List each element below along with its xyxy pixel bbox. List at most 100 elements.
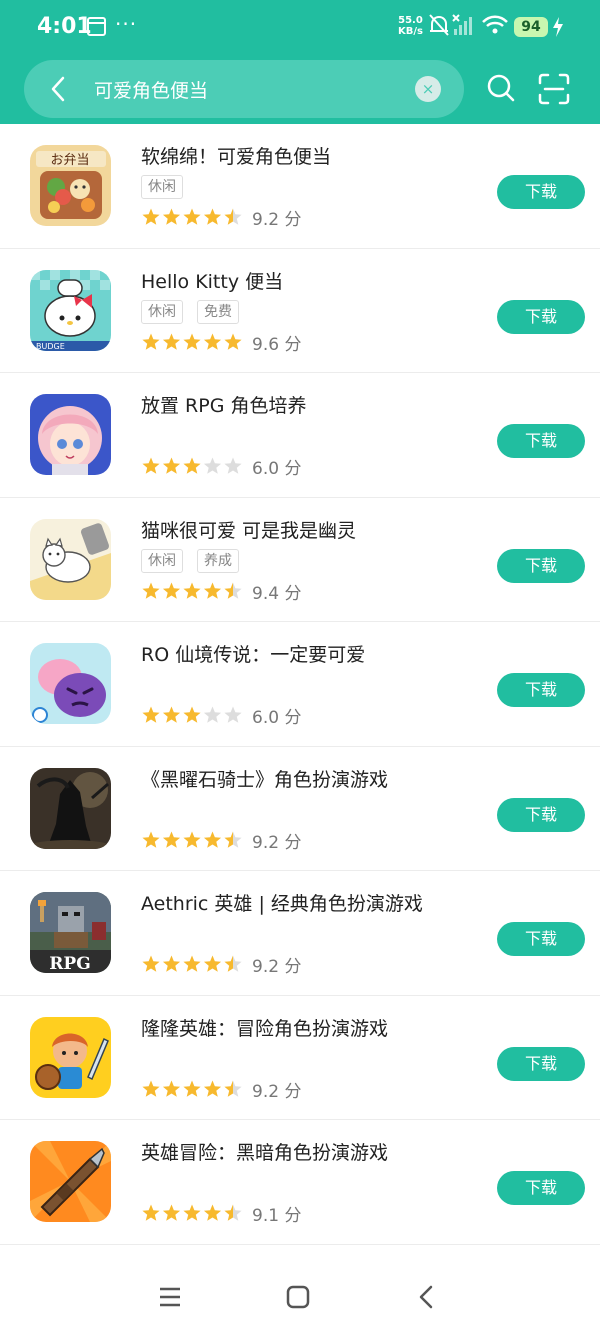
star-rating: [142, 1080, 242, 1097]
star-icon: [183, 1080, 201, 1097]
app-score: 9.1 分: [252, 1206, 302, 1226]
download-button[interactable]: 下载: [497, 175, 585, 209]
app-tags: 休闲 养成: [141, 548, 253, 573]
network-speed-unit: KB/s: [398, 26, 423, 37]
download-button[interactable]: 下载: [497, 548, 585, 583]
app-name[interactable]: RO 仙境传说：一定要可爱: [141, 640, 365, 667]
app-score: 9.2 分: [252, 210, 302, 230]
star-rating: [142, 955, 242, 972]
app-name[interactable]: 隆隆英雄：冒险角色扮演游戏: [141, 1014, 388, 1041]
pixel-knight-rpg-icon[interactable]: RPG: [30, 892, 111, 973]
star-icon: [183, 582, 201, 599]
dark-knight-icon[interactable]: [30, 767, 111, 849]
download-button[interactable]: 下载: [497, 922, 585, 956]
app-name[interactable]: 软绵绵！可爱角色便当: [141, 142, 331, 169]
star-icon: [142, 1204, 160, 1221]
download-button[interactable]: 下载: [497, 797, 585, 832]
home-icon[interactable]: [286, 1285, 310, 1309]
network-speed: 55.0 KB/s: [398, 15, 423, 37]
mute-bell-icon: [429, 14, 449, 36]
download-button[interactable]: 下载: [497, 1046, 585, 1081]
star-icon: [183, 333, 201, 350]
header: 4:01 ··· 55.0 KB/s 94 可爱角色便当 ×: [0, 0, 600, 124]
star-icon: [224, 831, 242, 848]
star-icon: [162, 1080, 181, 1097]
charging-icon: [553, 17, 563, 37]
app-name[interactable]: Hello Kitty 便当: [141, 267, 283, 294]
app-score: 9.4 分: [252, 583, 302, 604]
star-icon: [162, 208, 181, 225]
cat-ghost-icon[interactable]: [30, 518, 111, 600]
battery-indicator: 94: [514, 17, 548, 37]
star-icon: [224, 333, 242, 350]
clear-search-button[interactable]: ×: [415, 76, 441, 102]
star-icon: [142, 582, 160, 599]
star-icon: [142, 457, 160, 474]
calendar-icon: [87, 17, 106, 36]
app-list-item[interactable]: 隆隆英雄：冒险角色扮演游戏 9.2 分 下载: [0, 996, 600, 1120]
app-list-item[interactable]: 放置 RPG 角色培养 6.0 分 下载: [0, 373, 600, 498]
app-tag: 休闲: [141, 548, 183, 573]
rocket-gun-icon[interactable]: [30, 1141, 111, 1222]
bento-food-icon[interactable]: お弁当: [30, 145, 111, 226]
app-name[interactable]: 《黑曜石骑士》角色扮演游戏: [141, 765, 388, 792]
star-icon: [203, 457, 222, 474]
star-icon: [162, 706, 181, 723]
star-icon: [183, 457, 201, 474]
recent-apps-icon[interactable]: [158, 1286, 182, 1308]
hello-kitty-chef-icon[interactable]: BUDGE: [30, 269, 111, 351]
download-button[interactable]: 下载: [497, 1171, 585, 1205]
back-arrow-icon[interactable]: [44, 74, 74, 104]
search-icon[interactable]: [485, 72, 517, 104]
star-icon: [162, 333, 181, 350]
icon-caption: RPG: [49, 954, 90, 973]
star-rating: [142, 333, 242, 350]
star-rating: [142, 457, 242, 474]
app-list-item[interactable]: お弁当 软绵绵！可爱角色便当 休闲 9.2 分 下载: [0, 124, 600, 249]
app-tag: 休闲: [141, 175, 183, 199]
star-rating: [142, 831, 242, 848]
star-rating: [142, 1204, 242, 1221]
star-icon: [224, 1080, 242, 1097]
app-name[interactable]: 英雄冒险：黑暗角色扮演游戏: [141, 1138, 388, 1165]
download-button[interactable]: 下载: [497, 673, 585, 707]
search-result-list: お弁当 软绵绵！可爱角色便当 休闲 9.2 分下载 BUDGE Hello Kitty …: [0, 124, 600, 1245]
app-tags: 休闲 免费: [141, 299, 253, 324]
app-tag: 休闲: [141, 299, 183, 324]
app-list-item[interactable]: 《黑曜石骑士》角色扮演游戏 9.2 分 下载: [0, 747, 600, 871]
app-list-item[interactable]: BUDGE Hello Kitty 便当 休闲 免费 9.6 分 下载: [0, 249, 600, 373]
star-icon: [203, 333, 222, 350]
star-icon: [183, 831, 201, 848]
app-list-item[interactable]: RPG Aethric 英雄 | 经典角色扮演游戏 9.2 分 下载: [0, 871, 600, 996]
star-rating: [142, 208, 242, 225]
app-list-item[interactable]: RO 仙境传说：一定要可爱 6.0 分 下载: [0, 622, 600, 747]
app-list-item[interactable]: 猫咪很可爱 可是我是幽灵 休闲 养成 9.4 分 下载: [0, 498, 600, 622]
anime-girl-icon[interactable]: [30, 394, 111, 475]
download-button[interactable]: 下载: [497, 424, 585, 458]
star-icon: [224, 208, 242, 225]
star-icon: [183, 706, 201, 723]
nav-back-icon[interactable]: [416, 1285, 438, 1309]
star-icon: [203, 582, 222, 599]
app-list-item[interactable]: 英雄冒险：黑暗角色扮演游戏 9.1 分 下载: [0, 1120, 600, 1245]
app-name[interactable]: 猫咪很可爱 可是我是幽灵: [141, 516, 356, 543]
star-icon: [183, 1204, 201, 1221]
star-icon: [203, 1204, 222, 1221]
star-rating: [142, 582, 242, 599]
more-notifications-icon: ···: [115, 12, 138, 36]
star-icon: [203, 208, 222, 225]
star-icon: [224, 955, 242, 972]
cartoon-hero-icon[interactable]: [30, 1016, 111, 1098]
poring-slime-icon[interactable]: [30, 643, 111, 724]
search-input[interactable]: [94, 70, 404, 108]
scan-icon[interactable]: [537, 72, 571, 106]
app-name[interactable]: Aethric 英雄 | 经典角色扮演游戏: [141, 889, 423, 916]
search-bar: ×: [0, 58, 600, 120]
app-tag: 免费: [197, 299, 239, 324]
download-button[interactable]: 下载: [497, 299, 585, 334]
app-name[interactable]: 放置 RPG 角色培养: [141, 391, 306, 418]
star-rating: [142, 706, 242, 723]
star-icon: [142, 333, 160, 350]
search-field[interactable]: ×: [24, 60, 464, 118]
status-bar: 4:01 ··· 55.0 KB/s 94: [0, 0, 600, 52]
